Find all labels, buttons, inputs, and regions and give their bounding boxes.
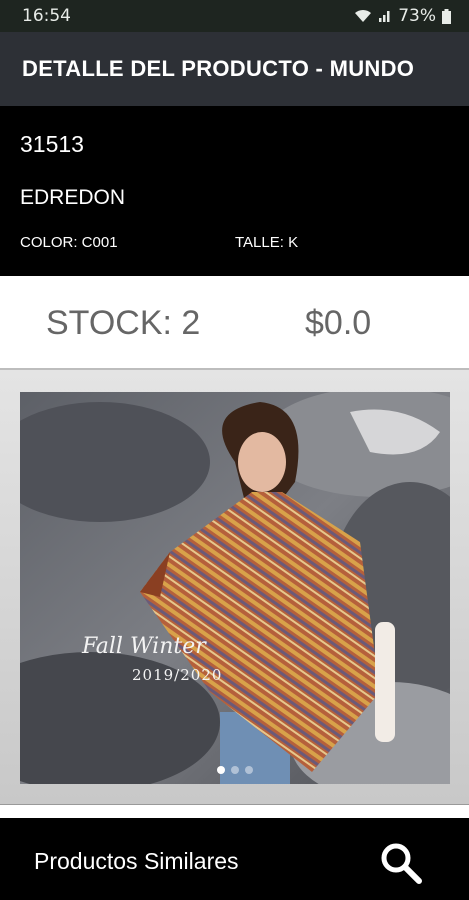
battery-percent: 73% <box>398 6 436 26</box>
product-name: EDREDON <box>20 186 126 209</box>
stock-label: STOCK: 2 <box>46 304 201 342</box>
product-code: 31513 <box>20 131 84 157</box>
product-info-panel: 31513 EDREDON COLOR: C001 TALLE: K <box>0 106 469 276</box>
price-label: $0.0 <box>305 304 372 342</box>
page-title: DETALLE DEL PRODUCTO - MUNDO <box>22 56 415 81</box>
similar-products-button[interactable]: Productos Similares <box>34 848 239 875</box>
pagination-dot[interactable] <box>217 766 225 774</box>
product-size: TALLE: K <box>235 234 299 251</box>
app-bar: DETALLE DEL PRODUCTO - MUNDO <box>0 32 469 106</box>
product-image[interactable]: Fall Winter 2019/2020 <box>20 392 450 784</box>
signal-icon <box>379 11 390 22</box>
divider <box>0 804 469 819</box>
pagination-dot[interactable] <box>245 766 253 774</box>
image-gallery[interactable]: Fall Winter 2019/2020 <box>0 368 469 806</box>
pagination-dot[interactable] <box>231 766 239 774</box>
caption-season: Fall Winter <box>82 634 206 659</box>
caption-year: 2019/2020 <box>132 666 223 684</box>
pagination-dots <box>20 766 450 774</box>
similar-products-bar[interactable]: Productos Similares <box>0 818 469 900</box>
battery-icon <box>442 8 451 24</box>
product-photo-illustration <box>20 392 450 784</box>
status-icons: 73% <box>354 6 451 26</box>
stock-price-row: STOCK: 2 $0.0 <box>0 276 469 368</box>
wifi-icon <box>355 9 372 22</box>
product-color: COLOR: C001 <box>20 234 118 251</box>
search-icon[interactable] <box>378 840 424 886</box>
status-bar: 16:54 73% <box>0 0 469 32</box>
status-time: 16:54 <box>22 6 71 26</box>
